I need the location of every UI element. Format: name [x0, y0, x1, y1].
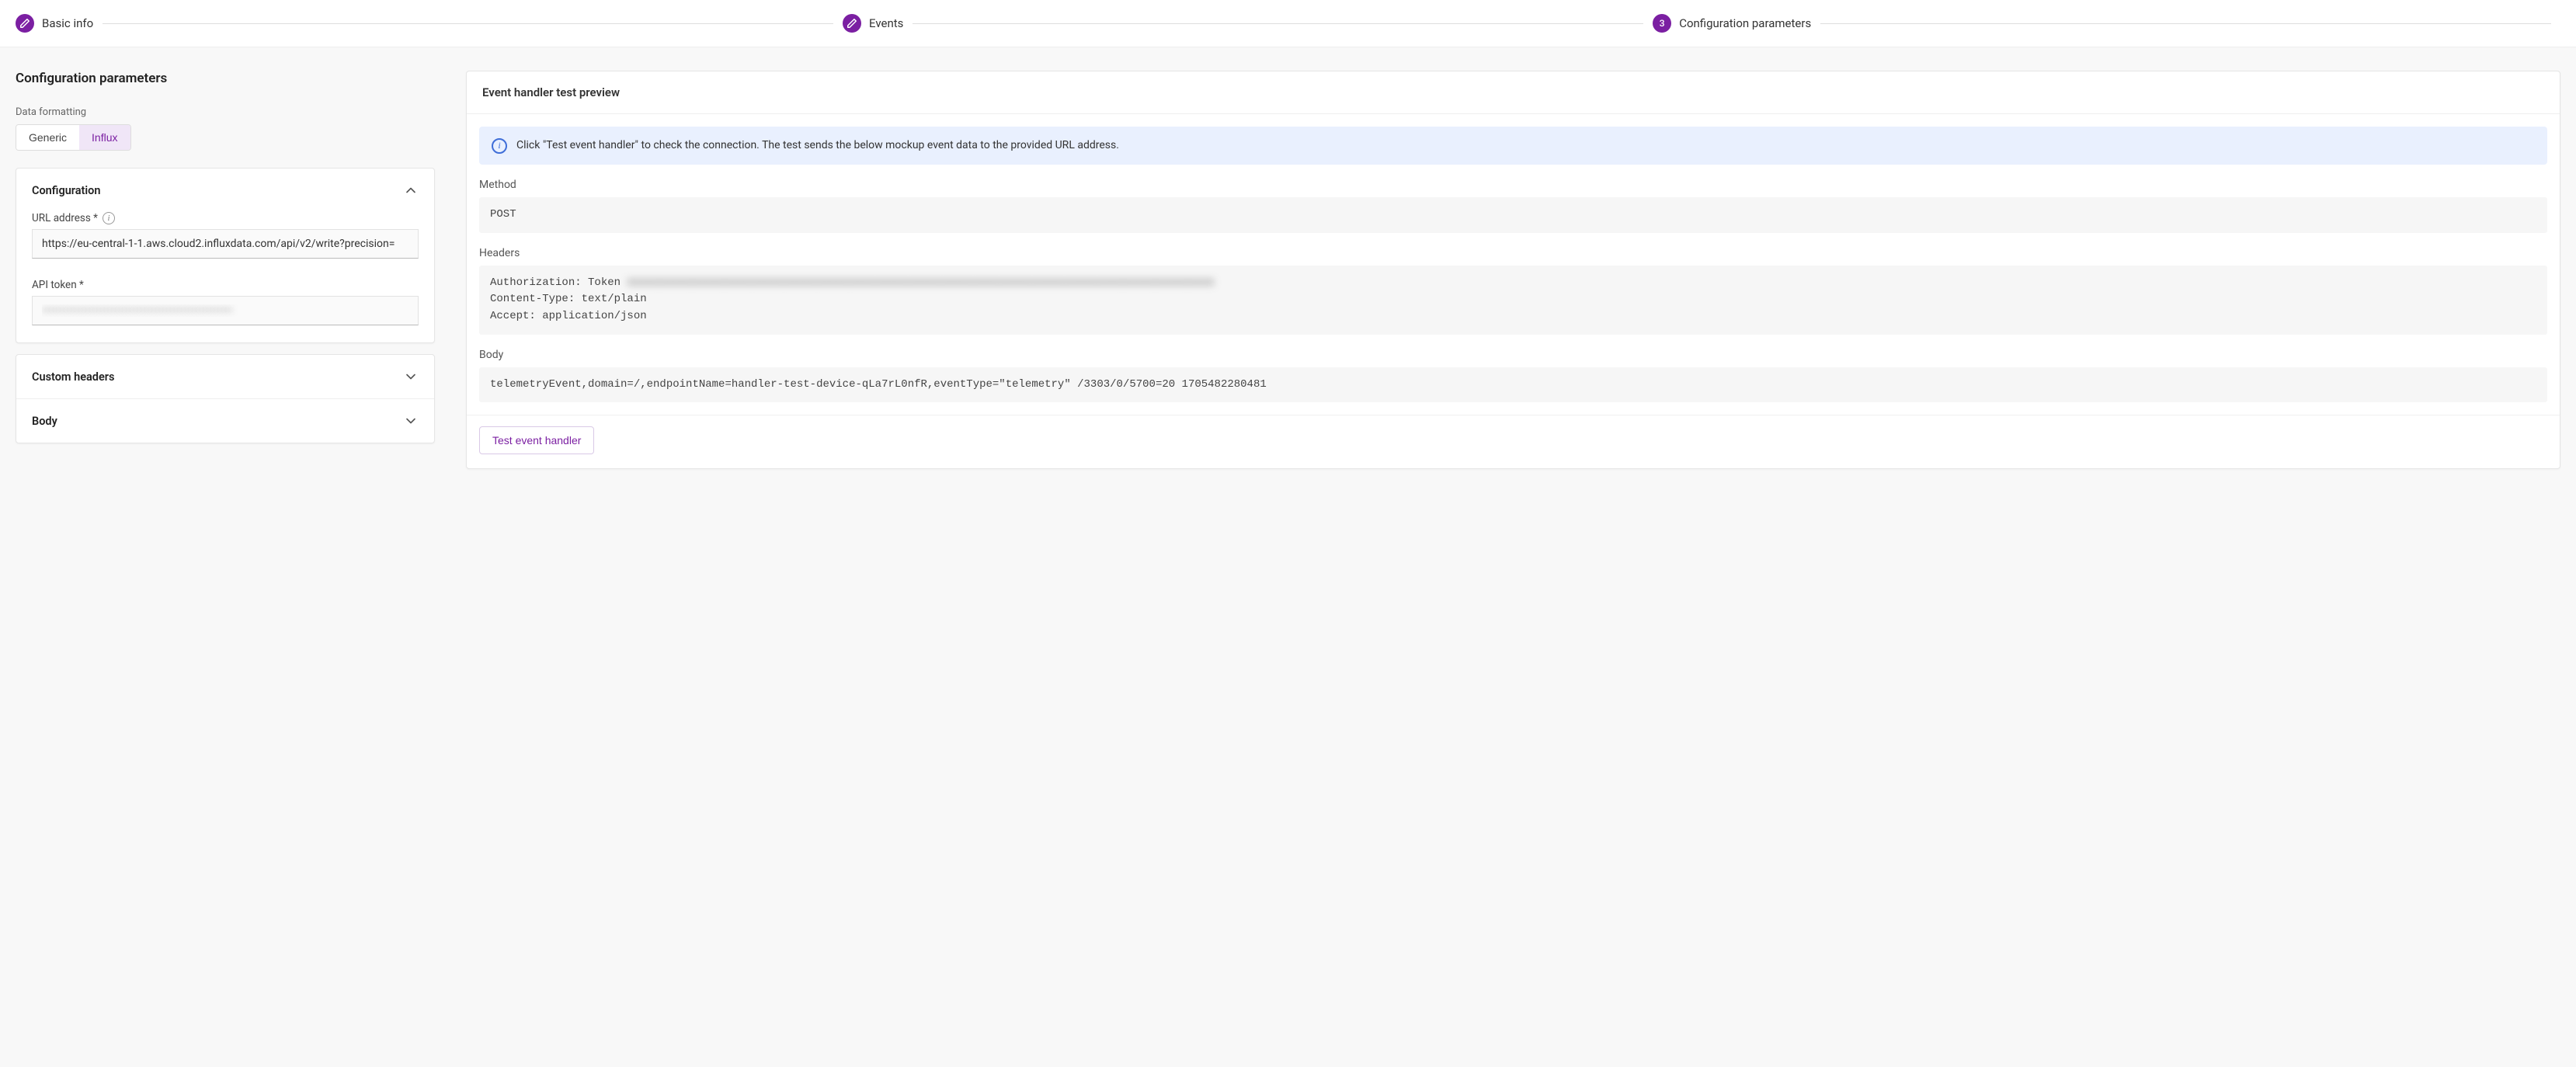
body-value: telemetryEvent,domain=/,endpointName=han…: [479, 367, 2547, 403]
headers-value: Authorization: Token xxxxxxxxxxxxxxxxxxx…: [479, 266, 2547, 335]
custom-headers-card: Custom headers Body: [16, 354, 435, 443]
chevron-up-icon: [403, 182, 419, 198]
toggle-influx[interactable]: Influx: [79, 125, 130, 150]
configuration-card: Configuration URL address * i API token …: [16, 168, 435, 343]
card-title: Configuration: [32, 184, 101, 197]
preview-card: Event handler test preview i Click "Test…: [466, 71, 2560, 469]
pencil-icon: [843, 14, 861, 33]
api-token-input[interactable]: [32, 296, 419, 325]
step-divider: [913, 23, 1643, 24]
data-formatting-label: Data formatting: [16, 106, 435, 118]
card-title: Body: [32, 415, 57, 428]
data-formatting-toggle: Generic Influx: [16, 124, 131, 151]
info-icon: i: [492, 138, 507, 154]
info-banner-text: Click "Test event handler" to check the …: [516, 137, 1119, 153]
step-label: Events: [869, 16, 903, 30]
chevron-down-icon: [403, 413, 419, 429]
step-divider: [1820, 23, 2551, 24]
step-label: Configuration parameters: [1679, 16, 1811, 30]
info-icon[interactable]: i: [103, 212, 115, 224]
api-token-label: API token *: [32, 279, 419, 291]
chevron-down-icon: [403, 369, 419, 384]
preview-title: Event handler test preview: [467, 71, 2560, 114]
body-label: Body: [479, 349, 2547, 361]
url-address-input[interactable]: [32, 229, 419, 259]
pencil-icon: [16, 14, 34, 33]
step-number-badge: 3: [1653, 14, 1671, 33]
step-events[interactable]: Events: [843, 14, 903, 33]
toggle-generic[interactable]: Generic: [16, 125, 79, 150]
headers-label: Headers: [479, 247, 2547, 259]
step-basic-info[interactable]: Basic info: [16, 14, 93, 33]
custom-headers-header[interactable]: Custom headers: [16, 355, 434, 398]
test-event-handler-button[interactable]: Test event handler: [479, 426, 594, 454]
page-title: Configuration parameters: [16, 71, 435, 86]
stepper: Basic info Events 3 Configuration parame…: [0, 0, 2576, 47]
step-divider: [103, 23, 833, 24]
configuration-header[interactable]: Configuration: [16, 169, 434, 212]
step-configuration-parameters[interactable]: 3 Configuration parameters: [1653, 14, 1811, 33]
method-label: Method: [479, 179, 2547, 191]
url-address-label: URL address * i: [32, 212, 419, 224]
info-banner: i Click "Test event handler" to check th…: [479, 127, 2547, 165]
method-value: POST: [479, 197, 2547, 233]
card-title: Custom headers: [32, 370, 114, 384]
step-label: Basic info: [42, 16, 93, 30]
body-header[interactable]: Body: [16, 399, 434, 443]
